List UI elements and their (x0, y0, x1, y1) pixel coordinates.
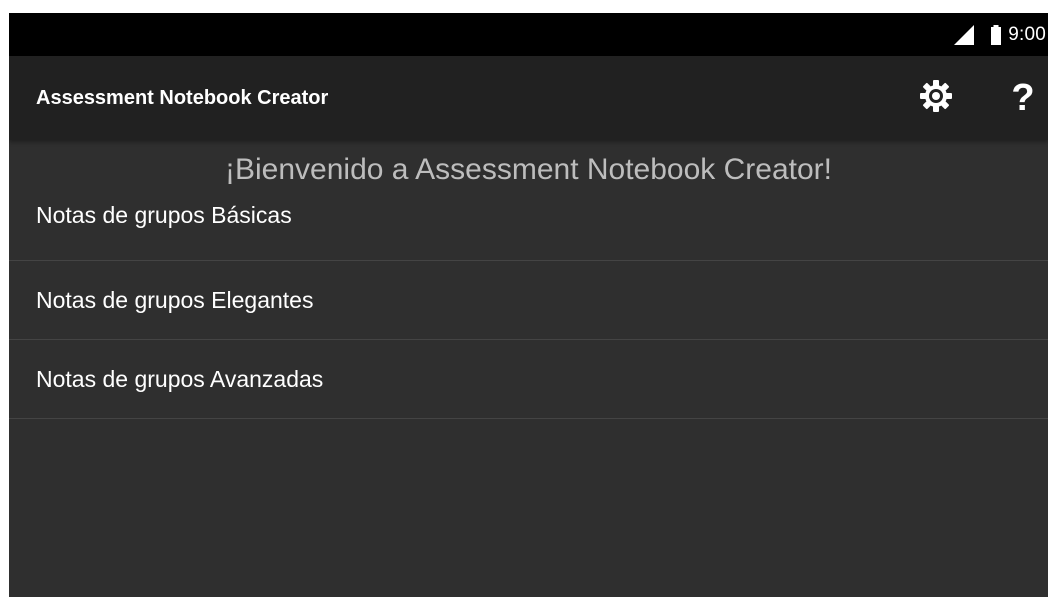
app-bar: Assessment Notebook Creator ? (9, 56, 1048, 140)
status-bar: 9:00 (9, 13, 1048, 56)
list-item-label: Notas de grupos Básicas (36, 202, 292, 228)
battery-icon (990, 24, 1002, 45)
notebook-type-list: Notas de grupos Básicas Notas de grupos … (9, 193, 1048, 419)
list-item-label: Notas de grupos Elegantes (36, 286, 314, 313)
gear-icon (919, 79, 953, 118)
main-content: ¡Bienvenido a Assessment Notebook Creato… (9, 140, 1048, 419)
cellular-signal-icon (952, 24, 976, 45)
list-item-advanced-notebook[interactable]: Notas de grupos Avanzadas (9, 340, 1048, 419)
help-icon: ? (1011, 76, 1035, 119)
status-time: 9:00 (1008, 23, 1046, 45)
list-item-elegant-notebook[interactable]: Notas de grupos Elegantes (9, 261, 1048, 340)
app-title: Assessment Notebook Creator (36, 86, 329, 109)
list-item-basic-notebook[interactable]: Notas de grupos Básicas (9, 193, 1048, 261)
settings-button[interactable] (916, 78, 956, 118)
help-button[interactable]: ? (1003, 76, 1043, 120)
list-item-label: Notas de grupos Avanzadas (36, 365, 324, 392)
app-screen: 9:00 Assessment Notebook Creator ? ¡Bien… (9, 13, 1048, 597)
welcome-message: ¡Bienvenido a Assessment Notebook Creato… (225, 152, 832, 186)
